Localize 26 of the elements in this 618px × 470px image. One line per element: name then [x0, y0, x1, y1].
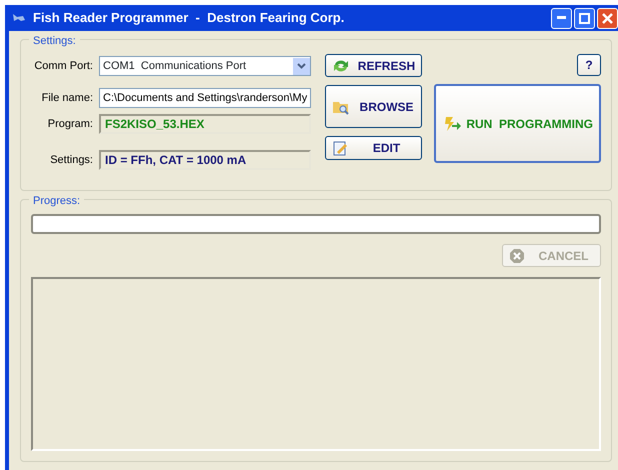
- edit-document-icon: [332, 140, 350, 156]
- window-title: Fish Reader Programmer - Destron Fearing Corp.: [33, 9, 344, 28]
- group-label: Settings:: [29, 33, 80, 50]
- lightning-arrow-icon: [442, 114, 462, 132]
- program-field: FS2KISO_53.HEX: [99, 114, 311, 134]
- close-button[interactable]: [597, 8, 618, 28]
- field-label: Settings:: [49, 152, 93, 168]
- minimize-icon: [557, 16, 566, 20]
- maximize-button[interactable]: [574, 8, 595, 28]
- file-name-field[interactable]: C:\Documents and Settings\randerson\My: [99, 88, 311, 108]
- maximize-icon: [579, 12, 590, 24]
- refresh-icon: [332, 58, 350, 74]
- edit-button[interactable]: EDIT: [324, 136, 422, 160]
- field-label: File name:: [40, 90, 93, 106]
- field-label: Program:: [46, 116, 93, 132]
- group-label: Progress:: [29, 193, 84, 210]
- browse-button[interactable]: BROWSE: [324, 85, 422, 128]
- settings-field: ID = FFh, CAT = 1000 mA: [99, 150, 311, 170]
- cancel-icon: [509, 248, 525, 264]
- comm-port-dropdown[interactable]: COM1 Communications Port: [99, 56, 311, 76]
- minimize-button[interactable]: [551, 8, 572, 28]
- help-button[interactable]: ?: [577, 54, 601, 76]
- field-label: Comm Port:: [33, 58, 93, 74]
- close-icon: [602, 12, 613, 24]
- run-programming-button[interactable]: RUN PROGRAMMING: [434, 84, 601, 163]
- refresh-button[interactable]: REFRESH: [324, 54, 422, 77]
